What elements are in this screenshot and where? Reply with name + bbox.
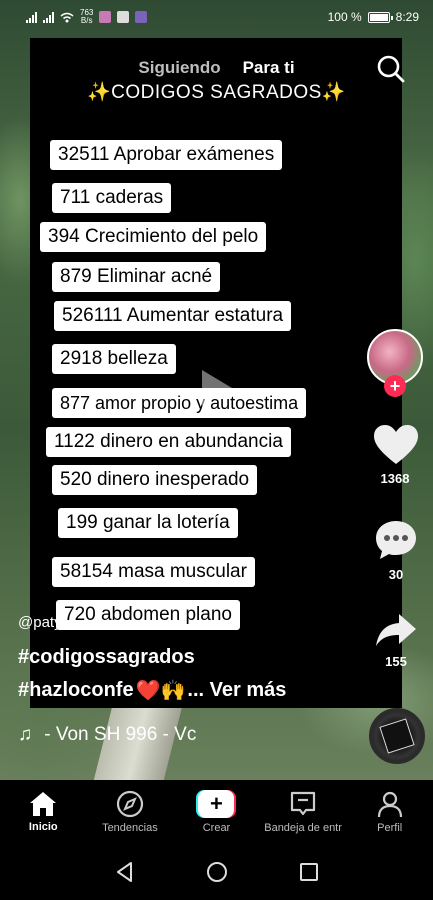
overlay-title: ✨CODIGOS SAGRADOS✨ xyxy=(0,80,433,104)
creator-handle[interactable]: @paty xyxy=(18,614,62,631)
heart-icon[interactable] xyxy=(373,424,419,466)
code-label: 879 Eliminar acné xyxy=(52,262,221,292)
battery-icon xyxy=(367,11,393,23)
follow-button[interactable]: + xyxy=(384,375,406,397)
nav-inbox-label: Bandeja de entr xyxy=(264,822,342,834)
caption-emoji: ❤️🙌 xyxy=(135,680,186,702)
nav-home-label: Inicio xyxy=(28,821,58,833)
code-label: 2918 belleza xyxy=(52,344,176,374)
nav-create[interactable]: + Crear xyxy=(173,790,259,834)
nav-discover[interactable]: Tendencias xyxy=(87,790,173,834)
status-left: 763 B/s xyxy=(26,9,148,25)
nav-profile-label: Perfil xyxy=(377,822,403,834)
code-label: 526111 Aumentar estatura xyxy=(54,301,292,331)
profile-icon xyxy=(377,791,402,818)
bottom-nav: Inicio Tendencias + Crear Bandeja de ent… xyxy=(0,780,433,844)
music-note-icon: ♫ xyxy=(18,724,33,745)
nav-profile[interactable]: Perfil xyxy=(347,790,433,834)
tab-following[interactable]: Siguiendo xyxy=(138,58,220,78)
app-notification-icon xyxy=(99,11,112,23)
share-count: 155 xyxy=(385,654,407,669)
battery-percent: 100 % xyxy=(327,10,362,24)
music-ticker[interactable]: ♫ - Von SH 996 - Vc xyxy=(18,724,238,746)
home-button-icon[interactable] xyxy=(206,861,228,883)
hashtag-link[interactable]: #codigossagrados xyxy=(18,646,195,669)
clock: 8:29 xyxy=(395,10,419,24)
share-icon[interactable] xyxy=(375,612,417,648)
code-label: 1122 dinero en abundancia xyxy=(46,427,291,457)
nav-home[interactable]: Inicio xyxy=(0,791,86,833)
signal-icon xyxy=(26,11,37,23)
code-label: 711 caderas xyxy=(52,183,172,213)
inbox-icon xyxy=(290,791,316,816)
network-speed: 763 B/s xyxy=(80,9,93,25)
status-bar: 763 B/s 100 % 8:29 xyxy=(0,0,433,34)
nav-discover-label: Tendencias xyxy=(102,822,158,834)
sparkles-icon-right: ✨ xyxy=(321,82,347,103)
code-label: 720 abdomen plano xyxy=(56,600,240,630)
code-label: 32511 Aprobar exámenes xyxy=(50,140,283,170)
nav-inbox[interactable]: Bandeja de entr xyxy=(260,790,346,834)
feed-tabs: Siguiendo Para ti xyxy=(0,58,433,78)
code-label: 199 ganar la lotería xyxy=(58,508,238,538)
nav-create-label: Crear xyxy=(202,822,231,834)
status-right: 100 % 8:29 xyxy=(328,10,419,24)
code-label: 877 amor propio y autoestima xyxy=(52,388,307,418)
caption-line: #hazloconfe ❤️🙌 ... Ver más xyxy=(18,678,286,703)
sparkles-icon: ✨ xyxy=(86,82,112,103)
compass-icon xyxy=(116,790,143,818)
back-icon[interactable] xyxy=(114,861,136,883)
music-title: - Von SH 996 - Vc xyxy=(44,724,197,745)
like-count: 1368 xyxy=(380,471,410,486)
play-icon[interactable] xyxy=(200,368,234,408)
hashtag-link-2[interactable]: #hazloconfe xyxy=(18,679,134,702)
gallery-notification-icon xyxy=(117,11,130,23)
app-notification-icon-2 xyxy=(135,11,148,23)
see-more-link[interactable]: ... Ver más xyxy=(187,679,286,702)
comment-icon[interactable] xyxy=(374,518,418,562)
recents-icon[interactable] xyxy=(298,861,320,883)
code-label: 394 Crecimiento del pelo xyxy=(40,222,267,252)
code-label: 58154 masa muscular xyxy=(52,557,255,587)
home-icon xyxy=(30,792,57,816)
code-label: 520 dinero inesperado xyxy=(52,465,258,495)
comment-count: 30 xyxy=(388,567,404,582)
plus-icon: + xyxy=(196,790,237,818)
system-nav-bar xyxy=(0,844,433,900)
network-speed-unit: B/s xyxy=(80,16,93,25)
overlay-title-text: CODIGOS SAGRADOS xyxy=(111,82,322,103)
tab-for-you[interactable]: Para ti xyxy=(243,58,295,78)
wifi-icon xyxy=(60,12,74,22)
signal-icon-2 xyxy=(43,11,54,23)
